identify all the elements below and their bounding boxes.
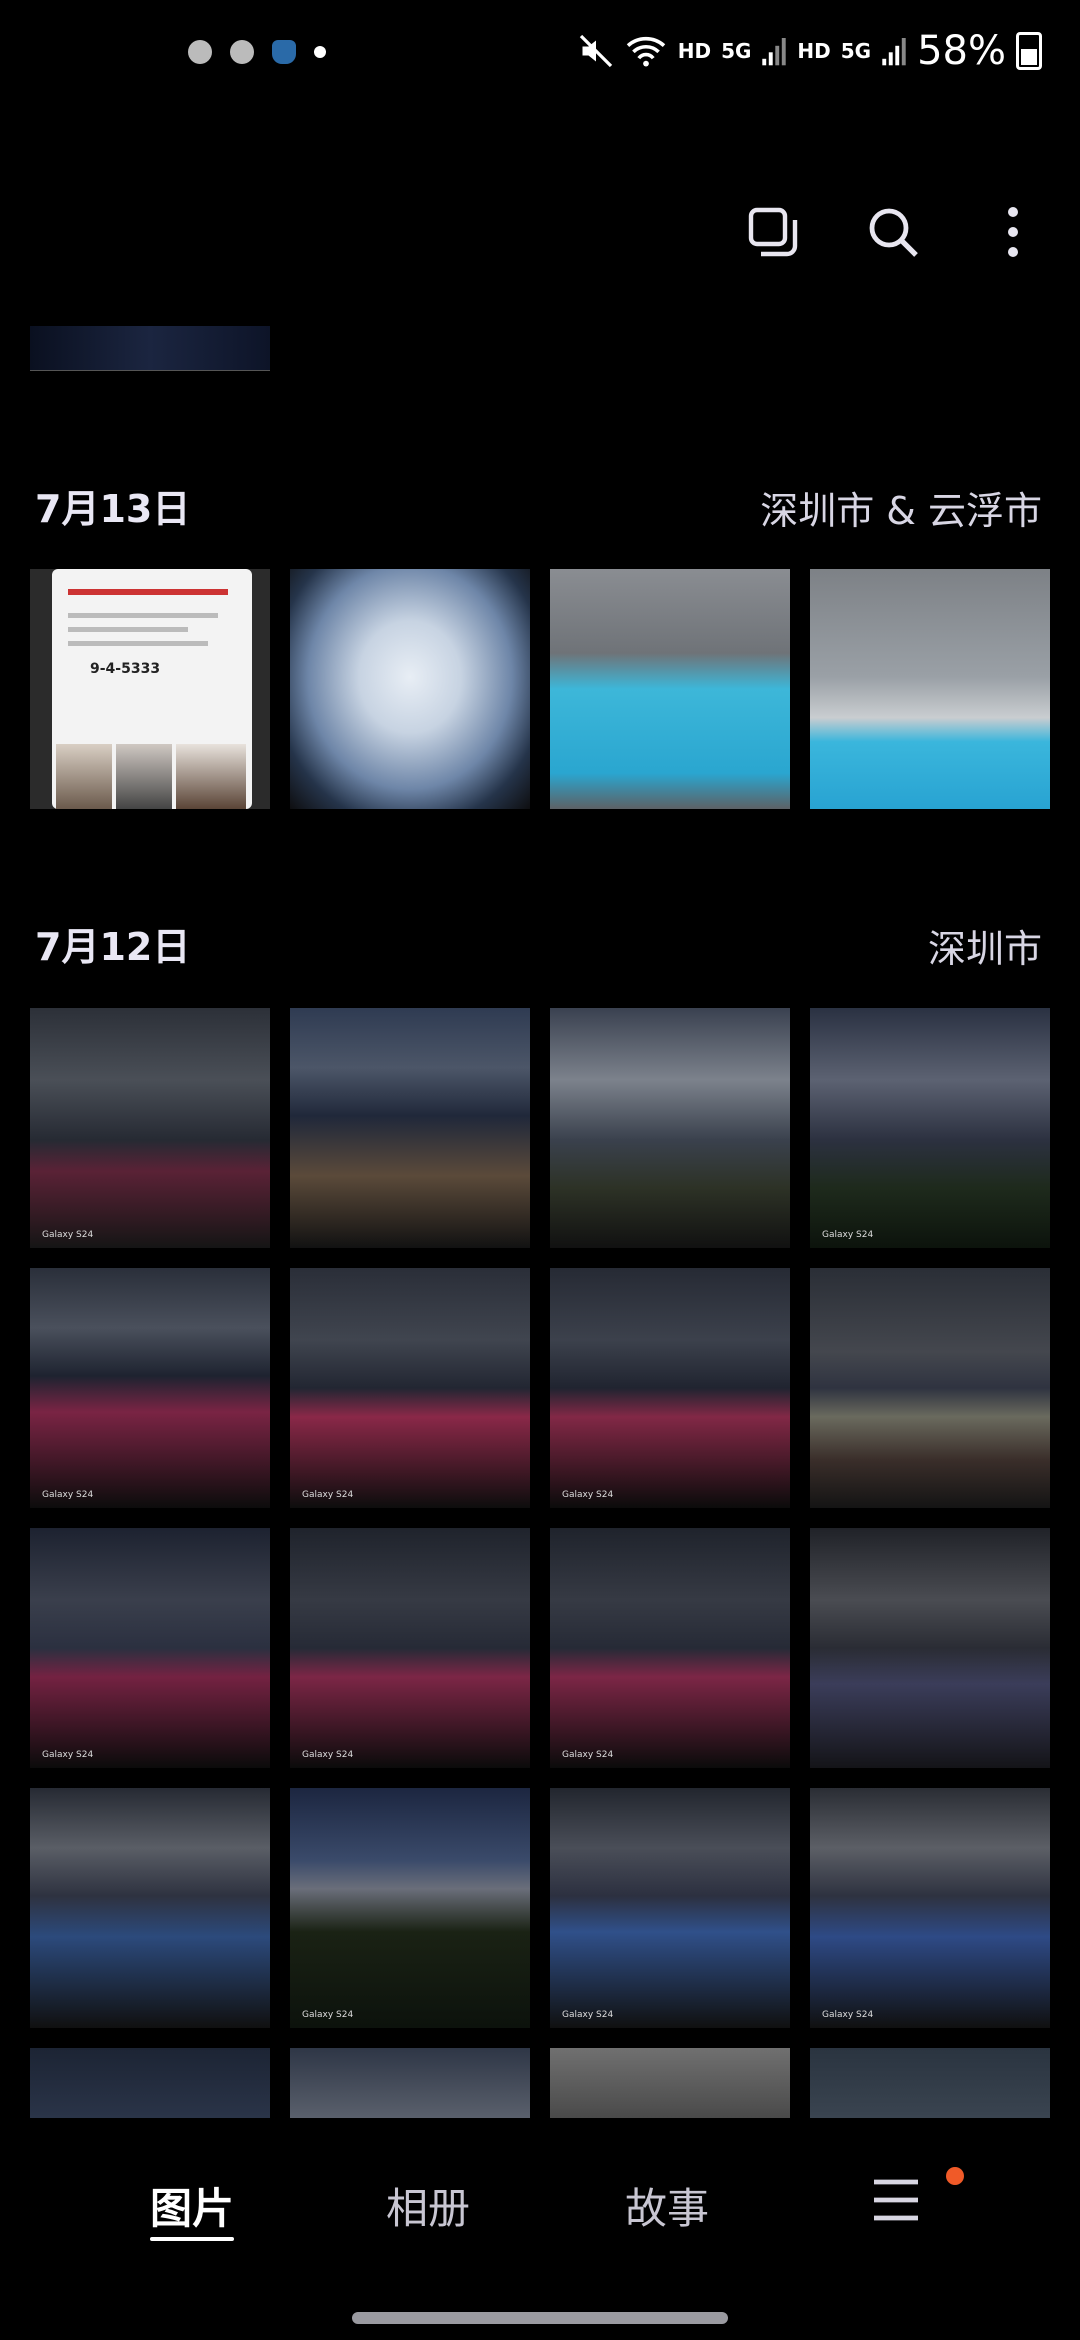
section-location[interactable]: 深圳市 & 云浮市 <box>760 480 1042 535</box>
section-location[interactable]: 深圳市 <box>928 918 1042 973</box>
menu-button[interactable] <box>868 2172 924 2228</box>
more-notifications-icon <box>314 46 326 58</box>
photo-thumbnail[interactable]: Galaxy S24 <box>30 1268 270 1508</box>
photo-thumbnail[interactable]: Galaxy S24 <box>290 1268 530 1508</box>
photo-thumbnail[interactable]: Galaxy S24 <box>550 1528 790 1768</box>
select-icon <box>748 207 798 257</box>
notification-icon <box>188 40 212 64</box>
photo-thumbnail[interactable] <box>290 1008 530 1248</box>
battery-percent: 58% <box>917 28 1006 74</box>
photo-thumbnail[interactable]: Galaxy S24 <box>810 1008 1050 1248</box>
photo-thumbnail[interactable] <box>810 569 1050 809</box>
hd-label: HD <box>677 39 712 63</box>
notification-badge <box>946 2167 964 2185</box>
photo-thumbnail[interactable] <box>30 326 270 371</box>
home-indicator[interactable] <box>352 2312 728 2324</box>
cat-app-icon <box>272 40 296 64</box>
order-number: 9-4-5333 <box>90 661 161 677</box>
tab-albums[interactable]: 相册 <box>386 2175 470 2236</box>
search-icon <box>869 208 918 257</box>
photo-thumbnail[interactable] <box>30 2048 270 2118</box>
more-vert-icon <box>1008 207 1018 257</box>
photo-thumbnail[interactable] <box>810 1528 1050 1768</box>
menu-icon <box>874 2179 918 2221</box>
system-icons: HD 5G HD 5G 58% <box>578 28 1042 74</box>
photo-thumbnail[interactable]: Galaxy S24 <box>30 1008 270 1248</box>
photo-thumbnail[interactable]: 9-4-5333 <box>30 569 270 809</box>
more-options-button[interactable] <box>976 195 1050 269</box>
photo-thumbnail[interactable]: Galaxy S24 <box>810 1788 1050 2028</box>
photo-thumbnail[interactable]: Galaxy S24 <box>290 1788 530 2028</box>
photo-thumbnail[interactable]: Galaxy S24 <box>550 1268 790 1508</box>
photo-thumbnail[interactable] <box>550 1008 790 1248</box>
photo-thumbnail[interactable]: Galaxy S24 <box>290 1528 530 1768</box>
wifi-icon <box>626 36 665 67</box>
photo-thumbnail[interactable] <box>810 1268 1050 1508</box>
photo-thumbnail[interactable] <box>290 2048 530 2118</box>
select-button[interactable] <box>736 195 810 269</box>
signal-icon <box>762 38 787 66</box>
battery-icon <box>1016 32 1042 70</box>
tab-stories[interactable]: 故事 <box>625 2175 709 2236</box>
photo-thumbnail[interactable] <box>290 569 530 809</box>
signal-icon <box>882 38 906 66</box>
notification-icons <box>188 40 326 64</box>
section-date: 7月13日 <box>35 487 191 531</box>
toolbar <box>736 195 1050 269</box>
photo-thumbnail[interactable]: Galaxy S24 <box>550 1788 790 2028</box>
search-button[interactable] <box>856 195 930 269</box>
section-date: 7月12日 <box>35 925 191 969</box>
photo-thumbnail[interactable] <box>550 569 790 809</box>
hd-label: HD <box>797 39 831 63</box>
photo-grid: Galaxy S24 Galaxy S24 Galaxy S24 Galaxy … <box>30 1008 1050 2118</box>
mute-icon <box>579 34 612 68</box>
photo-thumbnail[interactable] <box>810 2048 1050 2118</box>
network-type: 5G <box>840 39 872 63</box>
notification-icon <box>230 40 254 64</box>
photo-thumbnail[interactable]: Galaxy S24 <box>30 1528 270 1768</box>
status-bar: HD 5G HD 5G 58% <box>0 0 1080 110</box>
photo-thumbnail[interactable] <box>550 2048 790 2118</box>
active-tab-indicator <box>150 2237 234 2241</box>
photo-thumbnail[interactable] <box>30 1788 270 2028</box>
network-type: 5G <box>721 39 752 63</box>
photo-grid: 9-4-5333 <box>30 569 1050 809</box>
tab-pictures[interactable]: 图片 <box>150 2175 234 2236</box>
